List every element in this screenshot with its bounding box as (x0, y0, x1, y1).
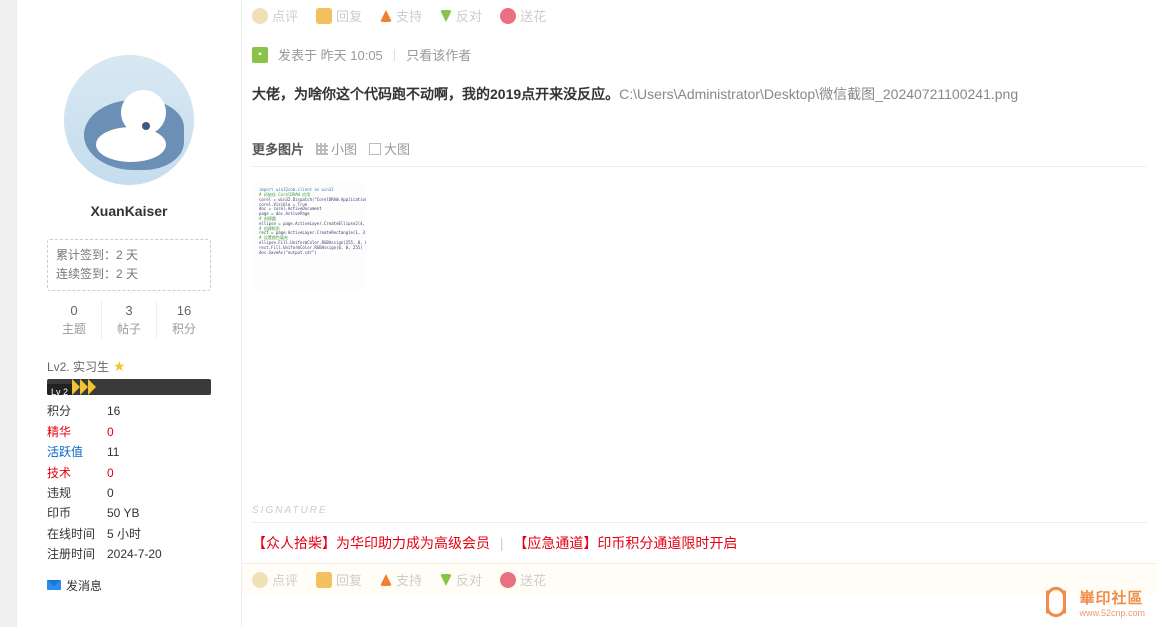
signature-label: SIGNATURE (252, 505, 1147, 516)
action-flower-bottom[interactable]: 送花 (500, 570, 546, 589)
stat-topics[interactable]: 0 主题 (47, 301, 102, 339)
more-images-bar: 更多图片 小图 大图 (242, 127, 1157, 166)
stat-posts[interactable]: 3 帖子 (102, 301, 157, 339)
user-level: Lv2. 实习生 ★ (47, 358, 211, 375)
checkin-box: 累计签到：2 天 连续签到：2 天 (47, 239, 211, 291)
watermark: 崋印社區 www.52cnp.com (1039, 585, 1145, 619)
stat-points[interactable]: 16 积分 (157, 301, 211, 339)
username[interactable]: XuanKaiser (90, 203, 167, 219)
thumbs-up-icon (380, 10, 392, 22)
envelope-icon (47, 580, 61, 590)
top-action-bar: 点评 回复 支持 反对 送花 (242, 0, 1157, 31)
send-message-link[interactable]: 发消息 (47, 577, 211, 594)
thumbs-down-icon (440, 574, 452, 586)
grid-icon (316, 143, 328, 155)
watermark-text-url: www.52cnp.com (1079, 608, 1145, 618)
watermark-logo-icon (1039, 585, 1073, 619)
image-icon (369, 143, 381, 155)
action-reply-bottom[interactable]: 回复 (316, 570, 362, 589)
comment-icon (252, 572, 268, 588)
online-badge-icon: ▪ (252, 47, 268, 63)
attachment-thumbnail[interactable]: import win32com.client as win32 # 初始化 Co… (252, 181, 367, 291)
post-meta: ▪ 发表于 昨天 10:05 | 只看该作者 (242, 31, 1157, 82)
checkin-cumulative: 累计签到：2 天 (56, 246, 202, 265)
action-reply[interactable]: 回复 (316, 6, 362, 25)
thumbs-down-icon (440, 10, 452, 22)
action-comment[interactable]: 点评 (252, 6, 298, 25)
flower-icon (500, 572, 516, 588)
flower-icon (500, 8, 516, 24)
post-text-bold: 大佬，为啥你这个代码跑不动啊，我的2019点开来没反应。 (252, 86, 619, 102)
thumbnail-area: import win32com.client as win32 # 初始化 Co… (242, 167, 1157, 305)
action-flower[interactable]: 送花 (500, 6, 546, 25)
watermark-text-cn: 崋印社區 (1079, 587, 1145, 608)
action-comment-bottom[interactable]: 点评 (252, 570, 298, 589)
user-sidebar: XuanKaiser 累计签到：2 天 连续签到：2 天 0 主题 3 帖子 1… (16, 0, 241, 627)
signature-link-2[interactable]: 【应急通道】印币积分通道限时开启 (513, 535, 737, 551)
user-info-table: 积分16 精华0 活跃值11 技术0 违规0 印币50 YB 在线时间5 小时 … (47, 401, 211, 564)
action-support[interactable]: 支持 (380, 6, 422, 25)
signature-block: SIGNATURE 【众人拾柴】为华印助力成为高级会员 | 【应急通道】印币积分… (242, 505, 1157, 563)
large-view-toggle[interactable]: 大图 (369, 139, 410, 158)
signature-link-1[interactable]: 【众人拾柴】为华印助力成为高级会员 (252, 535, 490, 551)
posted-label: 发表于 昨天 10:05 (278, 45, 383, 64)
action-oppose-bottom[interactable]: 反对 (440, 570, 482, 589)
small-view-toggle[interactable]: 小图 (316, 139, 357, 158)
avatar[interactable] (64, 55, 194, 185)
post-main: 点评 回复 支持 反对 送花 ▪ 发表于 昨天 10:05 | 只看该作者 大佬… (241, 0, 1157, 627)
only-author-link[interactable]: 只看该作者 (406, 45, 471, 64)
action-support-bottom[interactable]: 支持 (380, 570, 422, 589)
level-progress-bar: Lv 2 (47, 379, 211, 395)
more-images-label: 更多图片 (252, 139, 304, 158)
post-text-path: C:\Users\Administrator\Desktop\微信截图_2024… (619, 86, 1018, 102)
reply-icon (316, 8, 332, 24)
thumbs-up-icon (380, 574, 392, 586)
action-oppose[interactable]: 反对 (440, 6, 482, 25)
stats-row: 0 主题 3 帖子 16 积分 (47, 301, 211, 340)
star-icon: ★ (113, 358, 126, 375)
checkin-consecutive: 连续签到：2 天 (56, 265, 202, 284)
comment-icon (252, 8, 268, 24)
bottom-action-bar: 点评 回复 支持 反对 送花 (242, 563, 1157, 595)
reply-icon (316, 572, 332, 588)
post-content: 大佬，为啥你这个代码跑不动啊，我的2019点开来没反应。C:\Users\Adm… (242, 82, 1157, 127)
